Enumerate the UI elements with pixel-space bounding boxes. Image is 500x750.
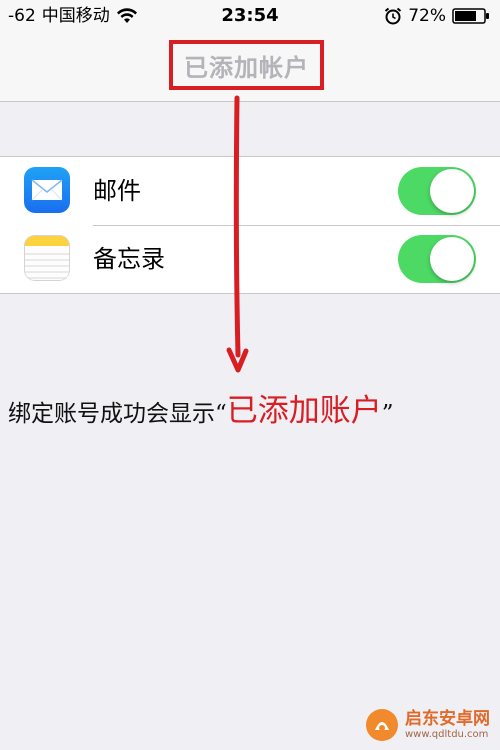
mail-icon <box>24 167 70 213</box>
alarm-icon <box>385 7 402 25</box>
annotation-close-quote: ” <box>381 401 394 427</box>
watermark-url: www.qdltdu.com <box>405 728 489 740</box>
notes-toggle[interactable] <box>398 235 476 283</box>
account-row-notes: 备忘录 <box>0 225 500 293</box>
battery-icon <box>452 8 489 24</box>
annotation-text: 绑定账号成功会显示 “ 已添加账户 ” <box>8 385 500 430</box>
status-bar: -62 中国移动 23:54 72% <box>0 0 500 33</box>
annotation-highlight: 已添加账户 <box>226 393 382 429</box>
status-right: 72% <box>384 5 490 27</box>
accounts-list: 邮件 备忘录 <box>0 156 500 294</box>
toggle-knob <box>430 169 474 213</box>
notes-icon <box>24 235 70 281</box>
toggle-knob <box>430 237 474 281</box>
account-label: 邮件 <box>93 177 141 205</box>
battery-percent: 72% <box>408 6 446 26</box>
nav-bar: 已添加帐户 <box>0 33 500 102</box>
annotation-arrow <box>226 95 249 373</box>
account-row-mail: 邮件 <box>0 157 500 225</box>
watermark-text: 启东安卓网 www.qdltdu.com <box>405 710 490 740</box>
annotation-open-quote: “ <box>215 401 227 427</box>
account-label: 备忘录 <box>93 245 165 273</box>
page-title: 已添加帐户 <box>184 53 309 82</box>
watermark-name: 启东安卓网 <box>405 709 490 730</box>
title-highlight-box: 已添加帐户 <box>169 40 324 90</box>
annotation-main: 绑定账号成功会显示 <box>8 401 215 427</box>
mail-toggle[interactable] <box>398 167 476 215</box>
watermark: 启东安卓网 www.qdltdu.com <box>365 708 490 742</box>
watermark-logo-icon <box>366 709 398 741</box>
